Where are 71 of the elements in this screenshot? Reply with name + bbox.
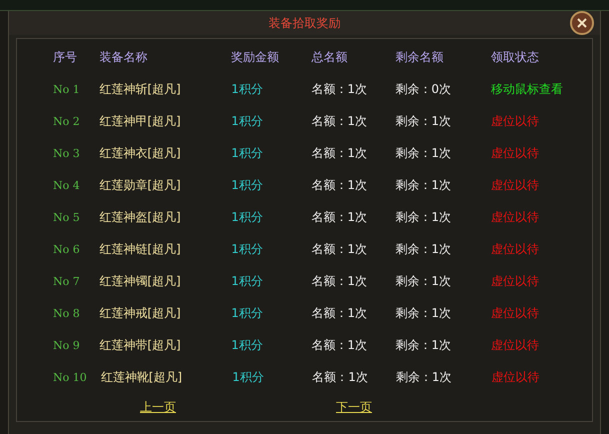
column-header: 总名额 bbox=[311, 50, 348, 64]
claim-status: 虚位以待 bbox=[491, 114, 540, 128]
remaining-quota: 剩余：1次 bbox=[395, 306, 451, 320]
claim-status: 虚位以待 bbox=[491, 242, 540, 256]
column-header: 序号 bbox=[53, 50, 77, 64]
remaining-quota: 剩余：1次 bbox=[395, 338, 451, 352]
item-name: 红莲神盔[超凡] bbox=[99, 210, 181, 224]
row-number: No 6 bbox=[53, 242, 80, 256]
total-quota: 名额：1次 bbox=[311, 114, 368, 128]
row-number: No 4 bbox=[53, 178, 80, 192]
close-icon bbox=[577, 18, 587, 28]
reward-amount: 1积分 bbox=[231, 242, 263, 256]
row-number: No 3 bbox=[53, 146, 80, 160]
item-name: 红莲神带[超凡] bbox=[99, 338, 181, 352]
window-title: 装备拾取奖励 bbox=[268, 14, 340, 32]
total-quota: 名额：1次 bbox=[311, 178, 368, 192]
item-name: 红莲神链[超凡] bbox=[99, 242, 181, 256]
remaining-quota: 剩余：0次 bbox=[395, 82, 451, 96]
item-name: 红莲神甲[超凡] bbox=[99, 114, 181, 128]
item-name: 红莲神戒[超凡] bbox=[99, 306, 181, 320]
claim-status: 虚位以待 bbox=[491, 370, 540, 384]
reward-amount: 1积分 bbox=[231, 338, 263, 352]
claim-status: 虚位以待 bbox=[491, 210, 540, 224]
reward-amount: 1积分 bbox=[231, 146, 263, 160]
total-quota: 名额：1次 bbox=[311, 242, 368, 256]
item-name: 红莲神靴[超凡] bbox=[100, 370, 182, 384]
remaining-quota: 剩余：1次 bbox=[395, 178, 451, 192]
item-name: 红莲勋章[超凡] bbox=[99, 178, 181, 192]
reward-amount: 1积分 bbox=[231, 306, 263, 320]
total-quota: 名额：1次 bbox=[311, 338, 368, 352]
close-button[interactable] bbox=[570, 10, 594, 35]
claim-status: 虚位以待 bbox=[491, 306, 540, 320]
remaining-quota: 剩余：1次 bbox=[395, 242, 451, 256]
reward-amount: 1积分 bbox=[231, 210, 263, 224]
row-number: No 5 bbox=[53, 210, 80, 224]
next-page-link[interactable]: 下一页 bbox=[336, 398, 372, 416]
remaining-quota: 剩余：1次 bbox=[395, 210, 451, 224]
claim-status: 虚位以待 bbox=[491, 178, 540, 192]
reward-amount: 1积分 bbox=[231, 82, 263, 96]
total-quota: 名额：1次 bbox=[311, 82, 368, 96]
row-number: No 7 bbox=[53, 274, 80, 288]
claim-status: 虚位以待 bbox=[491, 274, 540, 288]
previous-page-link[interactable]: 上一页 bbox=[140, 398, 176, 416]
claim-status: 虚位以待 bbox=[491, 146, 540, 160]
row-number: No 9 bbox=[53, 338, 80, 352]
column-header: 领取状态 bbox=[491, 50, 540, 64]
column-header: 剩余名额 bbox=[395, 50, 444, 64]
total-quota: 名额：1次 bbox=[311, 146, 368, 160]
total-quota: 名额：1次 bbox=[312, 370, 368, 384]
reward-amount: 1积分 bbox=[231, 178, 263, 192]
total-quota: 名额：1次 bbox=[311, 210, 368, 224]
reward-amount: 1积分 bbox=[231, 114, 263, 128]
claim-status: 虚位以待 bbox=[491, 338, 540, 352]
column-header: 奖励金额 bbox=[231, 50, 280, 64]
row-number: No 10 bbox=[53, 370, 87, 384]
reward-amount: 1积分 bbox=[232, 370, 264, 384]
column-header: 装备名称 bbox=[99, 50, 148, 64]
row-number: No 8 bbox=[53, 306, 80, 320]
reward-amount: 1积分 bbox=[231, 274, 263, 288]
remaining-quota: 剩余：1次 bbox=[396, 370, 452, 384]
total-quota: 名额：1次 bbox=[311, 306, 368, 320]
row-number: No 1 bbox=[53, 82, 80, 96]
row-number: No 2 bbox=[53, 114, 80, 128]
remaining-quota: 剩余：1次 bbox=[395, 146, 451, 160]
item-name: 红莲神衣[超凡] bbox=[99, 146, 181, 160]
remaining-quota: 剩余：1次 bbox=[395, 274, 451, 288]
total-quota: 名额：1次 bbox=[311, 274, 368, 288]
item-name: 红莲神斩[超凡] bbox=[99, 82, 181, 96]
remaining-quota: 剩余：1次 bbox=[395, 114, 451, 128]
item-name: 红莲神镯[超凡] bbox=[99, 274, 181, 288]
claim-status: 移动鼠标查看 bbox=[491, 82, 564, 96]
